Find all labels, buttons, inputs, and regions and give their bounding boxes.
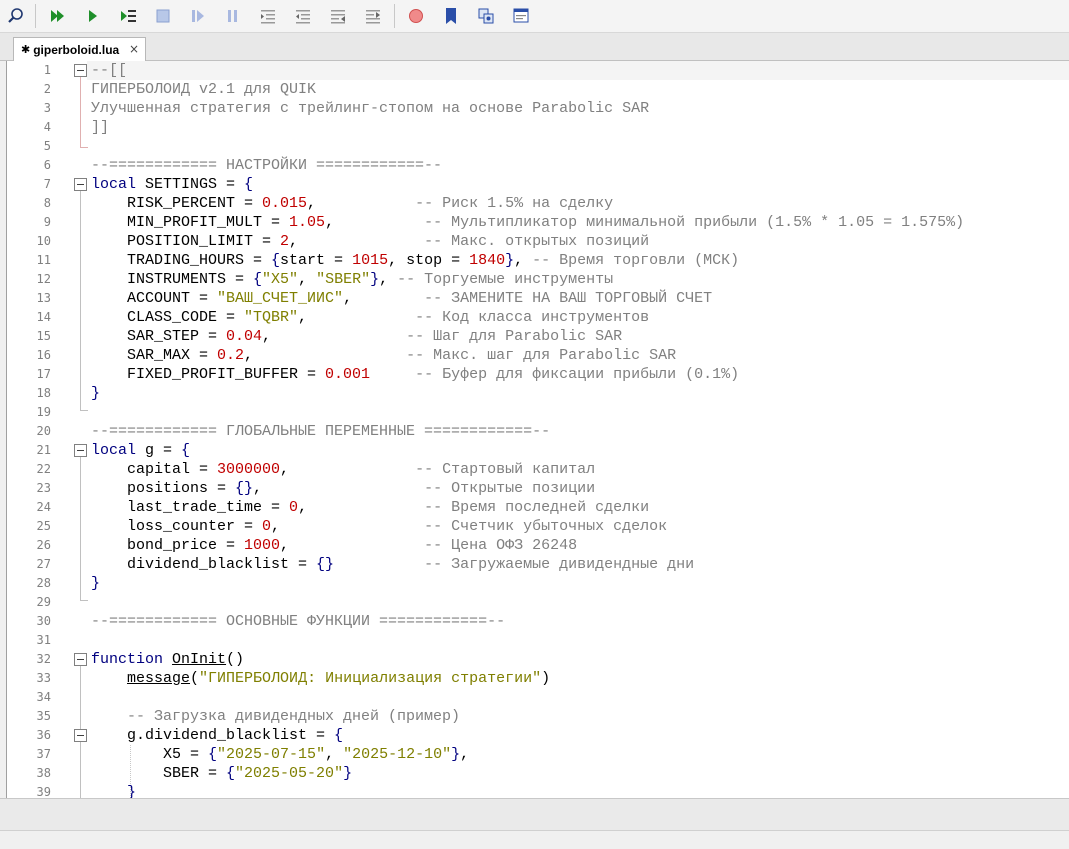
line-number: 35 xyxy=(36,709,51,723)
uncomment-icon[interactable] xyxy=(361,4,385,28)
line-number: 27 xyxy=(36,557,51,571)
comment-icon[interactable] xyxy=(326,4,350,28)
code-line: FIXED_PROFIT_BUFFER = 0.001 -- Буфер для… xyxy=(91,366,740,383)
line-number: 5 xyxy=(43,139,51,153)
code-line: ACCOUNT = "ВАШ_СЧЕТ_ИИС", -- ЗАМЕНИТЕ НА… xyxy=(91,290,713,307)
code-line: Улучшенная стратегия с трейлинг-стопом н… xyxy=(91,100,650,117)
breakpoint-icon[interactable] xyxy=(404,4,428,28)
line-number: 12 xyxy=(36,272,51,286)
window-icon[interactable] xyxy=(509,4,533,28)
indent-icon[interactable] xyxy=(256,4,280,28)
line-number: 21 xyxy=(36,443,51,457)
line-number: 31 xyxy=(36,633,51,647)
line-number: 9 xyxy=(43,215,51,229)
code-line: } xyxy=(91,385,101,402)
code-line: X5 = {"2025-07-15", "2025-12-10"}, xyxy=(91,746,470,763)
modified-marker-icon: ✱ xyxy=(21,43,31,56)
line-number: 1 xyxy=(43,63,51,77)
tab-giperboloid[interactable]: ✱ giperboloid.lua × xyxy=(13,37,146,61)
line-number: 34 xyxy=(36,690,51,704)
code-line: -- Загрузка дивидендных дней (пример) xyxy=(91,708,461,725)
code-line: } xyxy=(91,784,137,798)
code-editor[interactable]: 1 2 3 4 5 6 7 8 9 10 11 12 13 14 15 16 1… xyxy=(6,61,1069,798)
line-number: 39 xyxy=(36,785,51,798)
step-into-icon[interactable] xyxy=(116,4,140,28)
line-number: 29 xyxy=(36,595,51,609)
line-number: 2 xyxy=(43,82,51,96)
line-number: 22 xyxy=(36,462,51,476)
line-number: 32 xyxy=(36,652,51,666)
tab-bar: ✱ giperboloid.lua × xyxy=(0,33,1069,61)
tab-label: giperboloid.lua xyxy=(33,42,120,57)
find-icon[interactable] xyxy=(4,4,28,28)
line-number: 13 xyxy=(36,291,51,305)
line-number: 16 xyxy=(36,348,51,362)
code-line: --============ ГЛОБАЛЬНЫЕ ПЕРЕМЕННЫЕ ===… xyxy=(91,423,551,440)
line-number: 28 xyxy=(36,576,51,590)
code-line: local SETTINGS = { xyxy=(91,176,254,193)
code-line: --============ НАСТРОЙКИ ============-- xyxy=(91,157,443,174)
line-number: 36 xyxy=(36,728,51,742)
code-line: MIN_PROFIT_MULT = 1.05, -- Мультипликато… xyxy=(91,214,965,231)
stop-icon[interactable] xyxy=(151,4,175,28)
code-line: local g = { xyxy=(91,442,191,459)
line-number: 15 xyxy=(36,329,51,343)
code-line: function OnInit() xyxy=(91,651,245,668)
bottom-panel xyxy=(0,830,1069,849)
line-number: 30 xyxy=(36,614,51,628)
line-number: 10 xyxy=(36,234,51,248)
toolbar-separator xyxy=(394,4,395,28)
run-all-icon[interactable] xyxy=(46,4,70,28)
code-line: INSTRUMENTS = {"X5", "SBER"}, -- Торгуем… xyxy=(91,271,614,288)
code-line: message("ГИПЕРБОЛОИД: Инициализация стра… xyxy=(127,670,551,687)
code-line: RISK_PERCENT = 0.015, -- Риск 1.5% на сд… xyxy=(91,195,614,212)
line-number: 17 xyxy=(36,367,51,381)
line-number: 33 xyxy=(36,671,51,685)
line-number: 14 xyxy=(36,310,51,324)
code-line: loss_counter = 0, -- Счетчик убыточных с… xyxy=(91,518,668,535)
line-number: 4 xyxy=(43,120,51,134)
line-number: 37 xyxy=(36,747,51,761)
settings-icon[interactable] xyxy=(474,4,498,28)
run-icon[interactable] xyxy=(81,4,105,28)
line-number: 19 xyxy=(36,405,51,419)
code-line: positions = {}, -- Открытые позиции xyxy=(91,480,596,497)
line-number: 7 xyxy=(43,177,51,191)
line-number: 26 xyxy=(36,538,51,552)
close-icon[interactable]: × xyxy=(129,42,139,56)
code-line: capital = 3000000, -- Стартовый капитал xyxy=(91,461,596,478)
code-line: SAR_STEP = 0.04, -- Шаг для Parabolic SA… xyxy=(91,328,623,345)
code-line: ГИПЕРБОЛОИД v2.1 для QUIK xyxy=(91,81,317,98)
line-number: 3 xyxy=(43,101,51,115)
bookmark-icon[interactable] xyxy=(439,4,463,28)
outdent-icon[interactable] xyxy=(291,4,315,28)
toolbar-separator xyxy=(35,4,36,28)
line-number: 23 xyxy=(36,481,51,495)
line-number: 25 xyxy=(36,519,51,533)
status-bar xyxy=(0,798,1069,830)
line-number: 24 xyxy=(36,500,51,514)
code-line: CLASS_CODE = "TQBR", -- Код класса инстр… xyxy=(91,309,650,326)
code-line: last_trade_time = 0, -- Время последней … xyxy=(91,499,650,516)
pause-icon[interactable] xyxy=(221,4,245,28)
code-line: ]] xyxy=(91,119,110,136)
code-line: dividend_blacklist = {} -- Загружаемые д… xyxy=(91,556,695,573)
line-number: 20 xyxy=(36,424,51,438)
code-line: --[[ xyxy=(91,62,128,79)
code-line: SBER = {"2025-05-20"} xyxy=(91,765,353,782)
line-number: 38 xyxy=(36,766,51,780)
code-line: } xyxy=(91,575,101,592)
code-line: bond_price = 1000, -- Цена ОФЗ 26248 xyxy=(91,537,578,554)
line-number: 11 xyxy=(36,253,51,267)
code-line: SAR_MAX = 0.2, -- Макс. шаг для Paraboli… xyxy=(91,347,677,364)
code-line: TRADING_HOURS = {start = 1015, stop = 18… xyxy=(91,252,740,269)
line-number: 6 xyxy=(43,158,51,172)
code-line: POSITION_LIMIT = 2, -- Макс. открытых по… xyxy=(91,233,650,250)
code-line: g.dividend_blacklist = { xyxy=(91,727,344,744)
code-line: --============ ОСНОВНЫЕ ФУНКЦИИ ========… xyxy=(91,613,506,630)
step-over-icon[interactable] xyxy=(186,4,210,28)
toolbar xyxy=(0,0,1069,33)
line-number: 8 xyxy=(43,196,51,210)
line-number: 18 xyxy=(36,386,51,400)
